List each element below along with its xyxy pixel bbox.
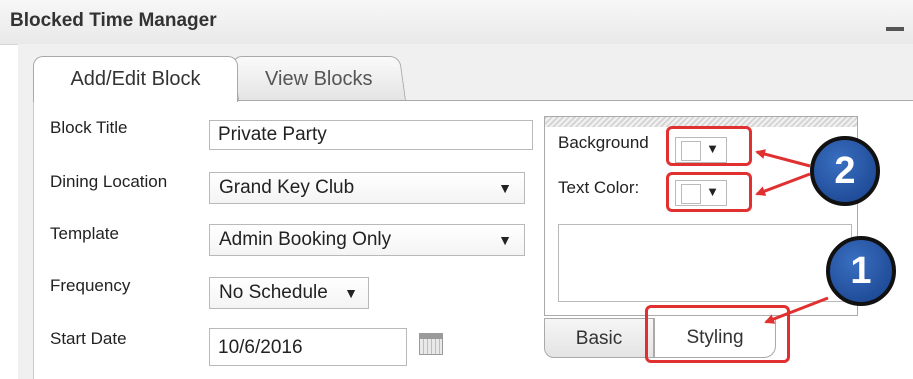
badge-2: 2 [810,136,880,206]
tab-add-edit-block[interactable]: Add/Edit Block [33,56,238,102]
arrow-to-styling [764,296,829,324]
arrow-to-text-color [755,172,811,196]
badge-1: 1 [826,236,896,306]
tab-label: Add/Edit Block [70,68,201,90]
arrow-to-background [755,149,811,168]
